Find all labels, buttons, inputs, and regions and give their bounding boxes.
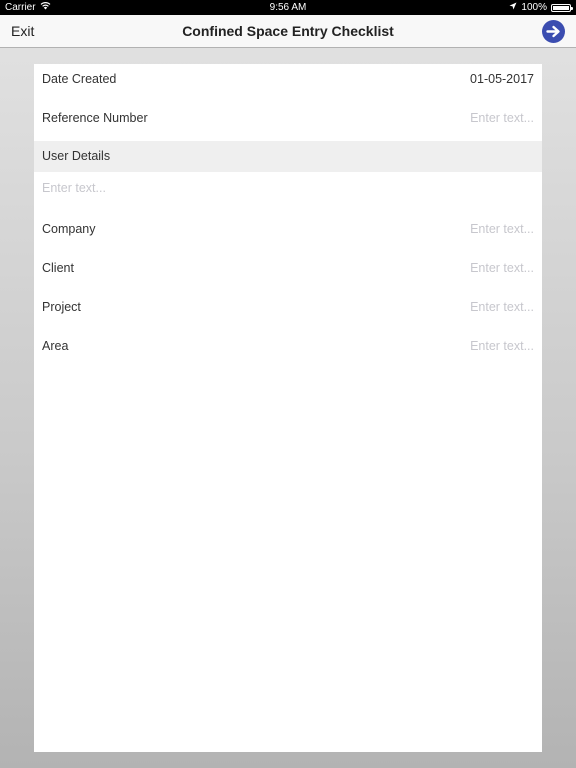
- reference-number-row: Reference Number: [34, 103, 542, 141]
- date-created-row: Date Created 01-05-2017: [34, 64, 542, 102]
- status-right: 100%: [509, 0, 573, 15]
- status-bar: Carrier 9:56 AM 100%: [0, 0, 576, 15]
- client-row: Client: [34, 253, 542, 291]
- user-details-input[interactable]: [42, 179, 534, 197]
- battery-icon: [551, 3, 573, 12]
- reference-number-label: Reference Number: [42, 111, 148, 125]
- nav-bar: Exit Confined Space Entry Checklist: [0, 15, 576, 48]
- project-row: Project: [34, 292, 542, 330]
- form-panel: Date Created 01-05-2017 Reference Number…: [34, 64, 542, 752]
- user-details-header: User Details: [34, 141, 542, 172]
- next-button[interactable]: [542, 20, 565, 43]
- area-input[interactable]: [334, 337, 534, 355]
- location-arrow-icon: [509, 0, 517, 15]
- area-label: Area: [42, 339, 69, 353]
- client-input[interactable]: [334, 259, 534, 277]
- client-label: Client: [42, 261, 74, 275]
- area-row: Area: [34, 331, 542, 369]
- company-input[interactable]: [334, 220, 534, 238]
- project-input[interactable]: [334, 298, 534, 316]
- company-row: Company: [34, 214, 542, 252]
- company-label: Company: [42, 222, 96, 236]
- arrow-right-circle-icon: [546, 25, 560, 38]
- project-label: Project: [42, 300, 81, 314]
- battery-percent: 100%: [521, 2, 547, 13]
- date-created-label: Date Created: [42, 72, 117, 86]
- reference-number-input[interactable]: [334, 109, 534, 127]
- page-title: Confined Space Entry Checklist: [182, 23, 394, 39]
- status-time: 9:56 AM: [269, 2, 307, 13]
- battery-fill: [553, 5, 569, 10]
- user-details-header-label: User Details: [42, 149, 111, 163]
- date-created-value[interactable]: 01-05-2017: [470, 64, 534, 94]
